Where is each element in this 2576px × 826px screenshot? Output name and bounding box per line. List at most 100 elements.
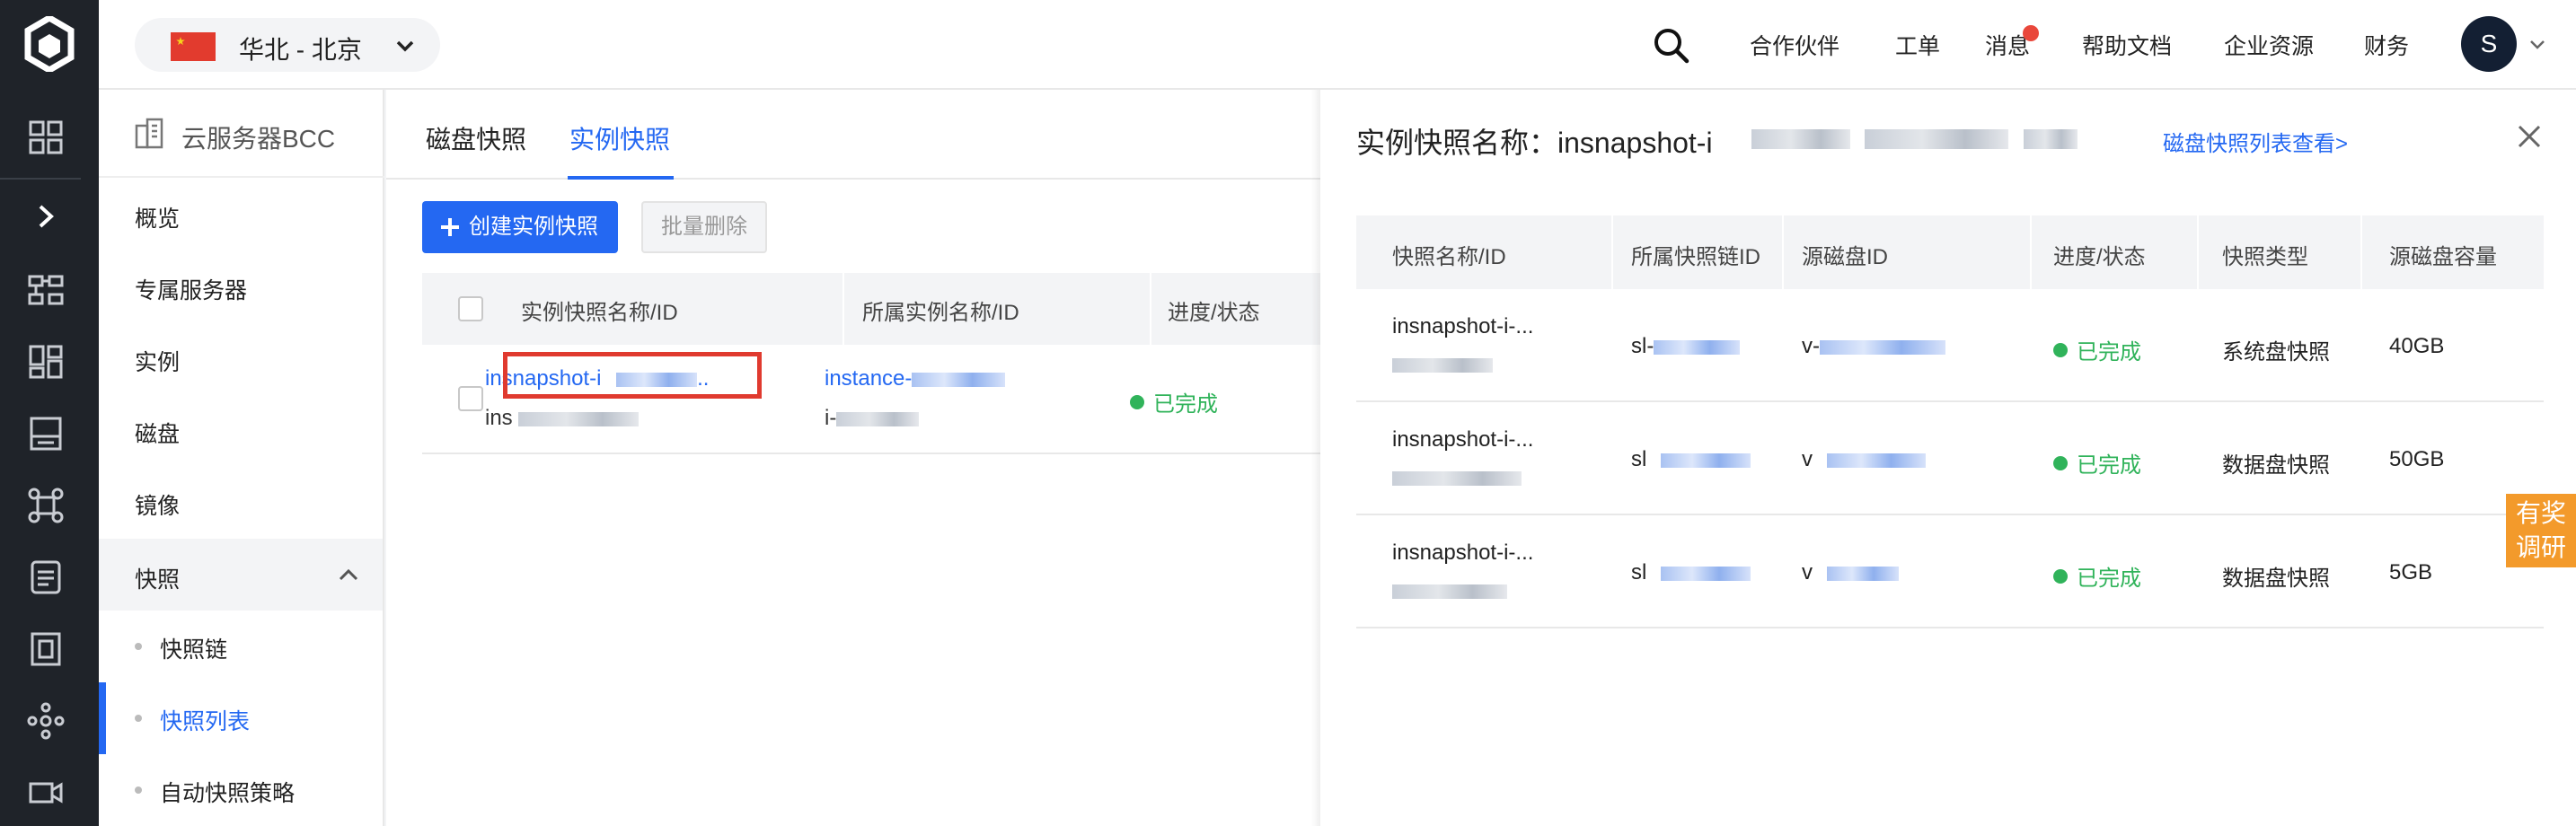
snapshot-type: 数据盘快照 xyxy=(2222,453,2330,478)
chevron-up-icon xyxy=(339,568,358,581)
china-flag-icon xyxy=(171,32,216,61)
redacted-text xyxy=(1392,470,1522,486)
redacted-text xyxy=(1865,129,2009,149)
snapshot-name: insnapshot-i-... xyxy=(1392,540,1534,565)
drawer-table-header: 快照名称/ID 所属快照链ID 源磁盘ID 进度/状态 快照类型 源磁盘容量 xyxy=(1356,215,2544,289)
chevron-down-icon[interactable] xyxy=(2527,34,2547,54)
status-text: 已完成 xyxy=(2077,340,2141,365)
nav-help-docs[interactable]: 帮助文档 xyxy=(2082,29,2172,61)
sidebar-item-disks[interactable]: 磁盘 xyxy=(135,417,180,449)
expand-icon[interactable] xyxy=(25,196,66,237)
storage-icon[interactable] xyxy=(25,413,66,454)
source-disk-link[interactable]: v xyxy=(1802,447,1926,472)
sidebar-item-overview[interactable]: 概览 xyxy=(135,201,180,233)
avatar[interactable]: S xyxy=(2461,16,2517,72)
table-row: insnapshot-i-... sl v 已完成 数据盘快照 50GB xyxy=(1356,402,2544,515)
survey-line-2: 调研 xyxy=(2515,533,2566,561)
view-disk-snapshot-list-link[interactable]: 磁盘快照列表查看> xyxy=(2163,126,2348,157)
table-row: insnapshot-i-... sl v 已完成 数据盘快照 5GB xyxy=(1356,515,2544,628)
nav-finance[interactable]: 财务 xyxy=(2364,29,2409,61)
server-building-icon xyxy=(135,118,163,149)
source-disk-link[interactable]: v xyxy=(1802,560,1899,585)
camera-icon[interactable] xyxy=(25,772,66,813)
create-button-label: 创建实例快照 xyxy=(469,215,598,239)
status-text: 已完成 xyxy=(1153,392,1218,417)
column-header: 快照名称/ID xyxy=(1392,245,1506,269)
tab-active-underline xyxy=(568,176,674,180)
main-content: 磁盘快照 实例快照 创建实例快照 批量删除 实例快照名称/ID 所属实例名称/I… xyxy=(386,90,1320,826)
snapshot-chain-link[interactable]: sl xyxy=(1631,447,1751,472)
column-header: 所属快照链ID xyxy=(1631,245,1760,269)
database-icon[interactable] xyxy=(25,557,66,598)
tab-disk-snapshot[interactable]: 磁盘快照 xyxy=(426,120,526,156)
batch-delete-button[interactable]: 批量删除 xyxy=(641,201,767,253)
column-header: 进度/状态 xyxy=(2053,245,2146,269)
snapshot-chain-link[interactable]: sl xyxy=(1631,560,1751,585)
sidebar-group-snapshots[interactable]: 快照 xyxy=(99,539,383,611)
sidebar-item-snapshot-chain[interactable]: 快照链 xyxy=(160,632,227,664)
sidebar-header: 云服务器BCC xyxy=(99,90,384,178)
sidebar-group-label: 快照 xyxy=(135,567,181,593)
instance-name: instance- xyxy=(825,366,913,391)
dashboard-icon[interactable] xyxy=(25,341,66,382)
disk-prefix: v- xyxy=(1802,334,1820,358)
drawer-title: 实例快照名称：insnapshot-i xyxy=(1356,120,1713,162)
status-text: 已完成 xyxy=(2077,453,2141,478)
survey-tab[interactable]: 有奖 调研 xyxy=(2506,494,2576,567)
status-badge: 已完成 xyxy=(2053,447,2141,479)
region-selector[interactable]: 华北 - 北京 xyxy=(135,18,440,72)
search-icon[interactable] xyxy=(1651,25,1690,65)
status-text: 已完成 xyxy=(2077,567,2141,591)
tab-instance-snapshot[interactable]: 实例快照 xyxy=(569,120,670,156)
redacted-text xyxy=(836,411,920,426)
rail-divider xyxy=(0,178,81,180)
sidebar-item-snapshot-list[interactable]: 快照列表 xyxy=(160,704,250,736)
sidebar-item-dedicated[interactable]: 专属服务器 xyxy=(135,273,247,305)
bullet-icon xyxy=(135,786,142,794)
select-all-checkbox[interactable] xyxy=(458,296,483,321)
network-icon[interactable] xyxy=(25,485,66,526)
column-divider xyxy=(1611,215,1613,289)
status-dot-icon xyxy=(2053,568,2068,584)
redacted-text xyxy=(1654,339,1741,355)
column-divider xyxy=(1150,273,1151,345)
sidebar-item-auto-snapshot-policy[interactable]: 自动快照策略 xyxy=(160,776,295,808)
active-indicator xyxy=(99,682,106,754)
column-divider xyxy=(2030,215,2032,289)
source-disk-link[interactable]: v- xyxy=(1802,334,1945,359)
instance-name-link[interactable]: instance- xyxy=(825,366,1006,391)
create-instance-snapshot-button[interactable]: 创建实例快照 xyxy=(422,201,618,253)
redacted-text xyxy=(912,372,1006,387)
column-header: 快照类型 xyxy=(2222,245,2308,269)
chain-prefix: sl- xyxy=(1631,334,1654,358)
building-icon[interactable] xyxy=(25,628,66,670)
chevron-down-icon xyxy=(396,40,414,52)
nav-enterprise[interactable]: 企业资源 xyxy=(2224,29,2314,61)
row-checkbox[interactable] xyxy=(458,386,483,411)
highlight-annotation xyxy=(503,352,762,399)
status-dot-icon xyxy=(2053,455,2068,470)
grid-icon[interactable] xyxy=(25,117,66,158)
topology-icon[interactable] xyxy=(25,269,66,311)
snapshot-name: insnapshot-i-... xyxy=(1392,427,1534,452)
column-header: 源磁盘ID xyxy=(1802,245,1888,269)
redacted-text xyxy=(1392,357,1493,373)
column-divider xyxy=(2197,215,2199,289)
column-header: 源磁盘容量 xyxy=(2389,245,2497,269)
close-icon[interactable] xyxy=(2515,122,2544,151)
snapshot-tabs: 磁盘快照 实例快照 xyxy=(386,90,1320,180)
chain-prefix: sl xyxy=(1631,447,1647,471)
snapshot-id-prefix: ins xyxy=(485,406,513,430)
chain-prefix: sl xyxy=(1631,560,1647,584)
snapshot-chain-link[interactable]: sl- xyxy=(1631,334,1741,359)
nav-partners[interactable]: 合作伙伴 xyxy=(1750,29,1839,61)
disk-capacity: 40GB xyxy=(2389,334,2445,358)
sidebar-item-images[interactable]: 镜像 xyxy=(135,488,180,521)
snapshot-id xyxy=(1392,465,1522,490)
snapshot-type: 系统盘快照 xyxy=(2222,340,2330,365)
sidebar-item-instances[interactable]: 实例 xyxy=(135,345,180,377)
cluster-icon[interactable] xyxy=(25,700,66,742)
disk-capacity: 50GB xyxy=(2389,447,2445,471)
nav-tickets[interactable]: 工单 xyxy=(1895,29,1940,61)
logo-icon[interactable] xyxy=(24,16,75,72)
